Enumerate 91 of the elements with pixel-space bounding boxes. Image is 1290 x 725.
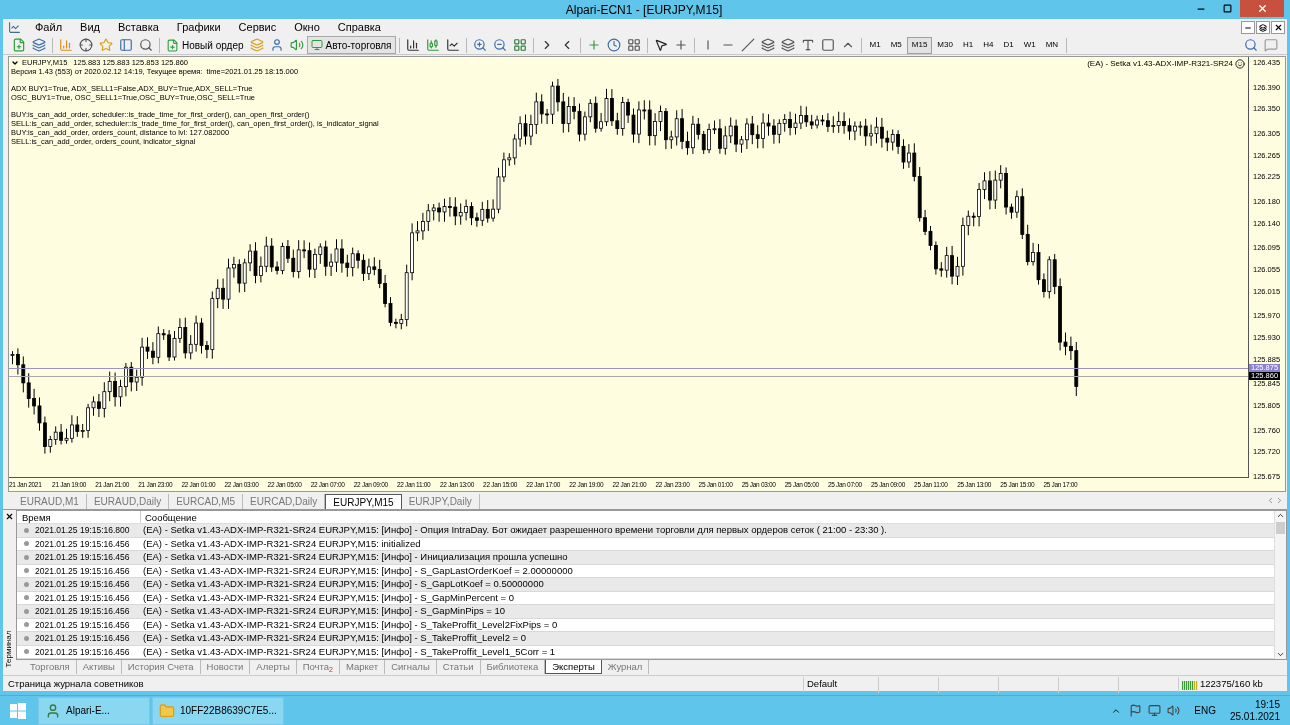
restore-button[interactable] [1256, 21, 1270, 34]
clock-date: 25.01.2021 [1229, 710, 1280, 723]
network-icon[interactable] [1148, 704, 1162, 717]
volume-icon[interactable] [1167, 704, 1181, 717]
timeframe-button[interactable]: D1 [998, 36, 1019, 54]
new-order-button[interactable]: Новый ордер [163, 36, 247, 54]
log-message: (EA) - Setka v1.43-ADX-IMP-R321-SR24 EURJPY,M15: [Инфо] - Инициализация прошла успешно [142, 551, 568, 564]
terminal-tab[interactable]: Эксперты [545, 660, 602, 674]
language-indicator[interactable]: ENG [1194, 703, 1216, 718]
terminal-tab[interactable]: Активы [76, 660, 122, 674]
traffic-text: 122375/160 kb [1200, 677, 1263, 692]
log-time: 2021.01.25 19:15:16.456 [35, 564, 131, 577]
timeframe-button[interactable]: MN [1040, 36, 1064, 54]
taskbar-app[interactable]: Alpari-E... [38, 696, 150, 725]
minimize-button[interactable] [1241, 21, 1255, 34]
close-button[interactable] [1271, 21, 1285, 34]
log-message: (EA) - Setka v1.43-ADX-IMP-R321-SR24 EURJPY,M15: [Инфо] - S_TakeProffit_Level2FixPips = 0 [142, 618, 558, 631]
column-header[interactable]: Время [17, 511, 141, 523]
log-time: 2021.01.25 19:15:16.800 [35, 524, 131, 537]
close-icon[interactable] [5, 512, 14, 521]
folder-icon [159, 702, 175, 719]
timeframe-button[interactable]: H4 [978, 36, 999, 54]
log-time: 2021.01.25 19:15:16.456 [35, 632, 131, 645]
chart-tab[interactable]: EURCAD,M5 [169, 494, 244, 509]
terminal-label: Терминал [3, 630, 15, 668]
clock-time: 19:15 [1254, 698, 1280, 711]
menu-item[interactable]: Вставка [108, 19, 168, 36]
scroll-up-icon[interactable] [1276, 511, 1285, 520]
log-message: (EA) - Setka v1.43-ADX-IMP-R321-SR24 EURJPY,M15: [Инфо] - S_GapMinPips = 10 [142, 605, 506, 618]
menu-item[interactable]: Окно [285, 19, 329, 36]
log-time: 2021.01.25 19:15:16.456 [35, 537, 131, 550]
chart-tab[interactable]: EURJPY,Daily [401, 494, 480, 509]
windows-icon [10, 702, 26, 719]
chart-tab[interactable]: EURAUD,M1 [13, 494, 87, 509]
log-time: 2021.01.25 19:15:16.456 [35, 578, 131, 591]
scroll-thumb[interactable] [1276, 522, 1285, 534]
timeframe-button[interactable]: M5 [885, 36, 907, 54]
close-icon [1256, 3, 1268, 14]
log-message: (EA) - Setka v1.43-ADX-IMP-R321-SR24 EURJPY,M15: [Инфо] - S_GapLastOrderKoef = 2.00000000 [142, 564, 573, 577]
new-order-icon [166, 38, 179, 52]
log-time: 2021.01.25 19:15:16.456 [35, 645, 131, 658]
log-message: (EA) - Setka v1.43-ADX-IMP-R321-SR24 EURJPY,M15: initialized [142, 537, 421, 550]
terminal-tab[interactable]: Новости [200, 660, 251, 674]
terminal-tab[interactable]: Статьи [436, 660, 481, 674]
log-time: 2021.01.25 19:15:16.456 [35, 551, 131, 564]
scroll-down-icon[interactable] [1276, 650, 1285, 659]
log-time: 2021.01.25 19:15:16.456 [35, 605, 131, 618]
scrollbar[interactable] [1274, 511, 1286, 659]
timeframe-button[interactable]: M30 [932, 36, 958, 54]
smiley-icon [1235, 59, 1245, 69]
terminal-tab[interactable]: Маркет [340, 660, 386, 674]
log-time: 2021.01.25 19:15:16.456 [35, 591, 131, 604]
chart-tab[interactable]: EURJPY,M15 [325, 494, 402, 509]
log-message: (EA) - Setka v1.43-ADX-IMP-R321-SR24 EURJPY,M15: [Инфо] - S_GapMinPercent = 0 [142, 591, 515, 604]
terminal-tab[interactable]: Журнал [601, 660, 650, 674]
window-title: Alpari-ECN1 - [EURJPY,M15] [565, 2, 723, 17]
timeframe-button[interactable]: M15 [906, 36, 933, 54]
timeframe-button[interactable]: W1 [1018, 36, 1041, 54]
log-message: (EA) - Setka v1.43-ADX-IMP-R321-SR24 EURJPY,M15: [Инфо] - S_TakeProffit_Level1_5Corr = 1 [142, 645, 556, 658]
menu-item[interactable]: Вид [71, 19, 109, 36]
scroll-left-icon[interactable] [1266, 496, 1275, 505]
chart-tab[interactable]: EURAUD,Daily [86, 494, 170, 509]
flag-icon[interactable] [1129, 704, 1143, 717]
menu-item[interactable]: Сервис [229, 19, 286, 36]
menu-item[interactable]: Графики [167, 19, 230, 36]
connection-bars-icon [1182, 679, 1198, 690]
chart-window-icon [8, 21, 21, 34]
profile-name: Default [803, 677, 878, 692]
menu-item[interactable]: Файл [26, 19, 72, 36]
status-text: Страница журнала советников [7, 677, 145, 692]
log-time: 2021.01.25 19:15:16.456 [35, 618, 131, 631]
terminal-tab[interactable]: Почта$_{2}$ [296, 660, 340, 674]
terminal-tab[interactable]: Алерты [250, 660, 297, 674]
timeframe-button[interactable]: M1 [864, 36, 886, 54]
log-message: (EA) - Setka v1.43-ADX-IMP-R321-SR24 EURJPY,M15: [Инфо] - S_GapLotKoef = 0.50000000 [142, 578, 544, 591]
maximize-icon [1222, 4, 1232, 13]
taskbar-app[interactable]: 10FF22B8639C7E5... [152, 696, 284, 725]
auto-trading-button[interactable]: Авто-торговля [306, 36, 396, 54]
terminal-tab[interactable]: Сигналы [385, 660, 437, 674]
log-message: (EA) - Setka v1.43-ADX-IMP-R321-SR24 EURJPY,M15: [Инфо] - Опция IntraDay. Бот ожидает разрешенного времени торговли для первых ордеров сеток ( 21:00 - 23:30 ). [142, 524, 887, 537]
expert-name: (EA) - Setka v1.43-ADX-IMP-R321-SR24 [1087, 58, 1233, 70]
scroll-right-icon[interactable] [1275, 496, 1284, 505]
close-icon [1273, 23, 1283, 32]
user-icon [45, 702, 61, 719]
monitor-icon [310, 39, 323, 51]
log-message: (EA) - Setka v1.43-ADX-IMP-R321-SR24 EURJPY,M15: [Инфо] - S_TakeProffit_Level2 = 0 [142, 632, 527, 645]
timeframe-button[interactable]: H1 [957, 36, 979, 54]
menu-item[interactable]: Справка [328, 19, 390, 36]
terminal-tab[interactable]: Торговля [24, 660, 77, 674]
column-header[interactable]: Сообщение [141, 511, 197, 523]
terminal-tab[interactable]: История Счета [121, 660, 201, 674]
